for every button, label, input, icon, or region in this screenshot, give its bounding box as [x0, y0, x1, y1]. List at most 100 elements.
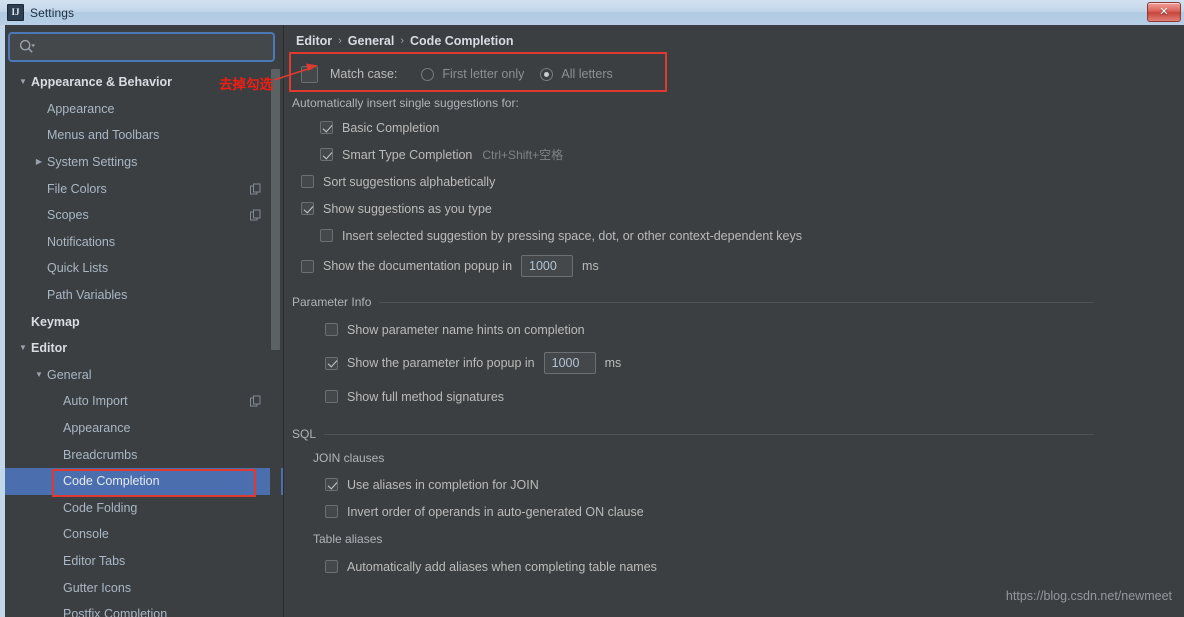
- doc-popup-checkbox[interactable]: [301, 259, 314, 273]
- breadcrumb-general[interactable]: General: [348, 34, 395, 48]
- sidebar-item-label: Scopes: [47, 208, 89, 223]
- param-name-hints-label: Show parameter name hints on completion: [347, 322, 585, 337]
- sidebar-item-system-settings[interactable]: ▶ System Settings: [5, 149, 283, 176]
- sort-suggestions-checkbox[interactable]: [301, 175, 314, 188]
- param-name-hints-row: Show parameter name hints on completion: [284, 313, 1184, 346]
- settings-content-pane: Editor › General › Code Completion Match…: [284, 25, 1184, 617]
- doc-popup-unit: ms: [582, 259, 599, 273]
- sidebar-item-label: Appearance & Behavior: [31, 75, 173, 90]
- sidebar-item-auto-import[interactable]: Auto Import: [5, 388, 283, 415]
- sidebar-item-label: Quick Lists: [47, 261, 109, 276]
- auto-add-aliases-row: Automatically add aliases when completin…: [284, 553, 1184, 580]
- breadcrumb-code-completion: Code Completion: [410, 34, 514, 48]
- sidebar-item-code-completion[interactable]: Code Completion: [5, 467, 283, 495]
- chevron-down-icon[interactable]: ▼: [15, 344, 31, 352]
- sidebar-item-gutter-icons[interactable]: Gutter Icons: [5, 574, 283, 601]
- sidebar-item-label: Appearance: [63, 421, 131, 436]
- param-info-popup-delay-input[interactable]: 1000: [543, 352, 596, 374]
- sidebar-item-label: Keymap: [31, 314, 80, 329]
- sidebar-item-label: Menus and Toolbars: [47, 128, 160, 143]
- search-input[interactable]: [36, 36, 273, 58]
- auto-add-aliases-label: Automatically add aliases when completin…: [347, 559, 657, 574]
- use-aliases-join-label: Use aliases in completion for JOIN: [347, 477, 539, 492]
- sql-group: SQL: [292, 423, 1094, 445]
- param-info-popup-unit: ms: [604, 356, 622, 370]
- insert-selected-suggestion-checkbox[interactable]: [320, 229, 333, 242]
- all-letters-radio[interactable]: [540, 67, 554, 81]
- sidebar-item-appearance-behavior[interactable]: ▼ Appearance & Behavior: [5, 69, 283, 96]
- search-icon: [18, 38, 36, 56]
- breadcrumb-editor[interactable]: Editor: [296, 34, 332, 48]
- first-letter-only-label: First letter only: [442, 67, 525, 81]
- sidebar-item-menus-and-toolbars[interactable]: Menus and Toolbars: [5, 122, 283, 149]
- sidebar-item-editor-tabs[interactable]: Editor Tabs: [5, 548, 283, 575]
- breadcrumb-separator-1: ›: [338, 35, 342, 47]
- join-clauses-heading: JOIN clauses: [313, 451, 385, 465]
- basic-completion-checkbox[interactable]: [320, 121, 333, 134]
- sort-suggestions-label: Sort suggestions alphabetically: [323, 174, 496, 189]
- auto-insert-heading: Automatically insert single suggestions …: [292, 95, 519, 110]
- copy-settings-icon[interactable]: [250, 395, 261, 407]
- window-title: Settings: [30, 5, 75, 20]
- sidebar-item-path-variables[interactable]: Path Variables: [5, 282, 283, 309]
- sidebar-item-general[interactable]: ▼ General: [5, 362, 283, 389]
- first-letter-only-radio[interactable]: [421, 67, 435, 81]
- sort-suggestions-row: Sort suggestions alphabetically: [284, 168, 1184, 195]
- chevron-down-icon[interactable]: ▼: [31, 370, 47, 379]
- sidebar-item-quick-lists[interactable]: Quick Lists: [5, 255, 283, 282]
- basic-completion-row: Basic Completion: [284, 114, 1184, 141]
- sidebar-item-label: Breadcrumbs: [63, 447, 138, 462]
- sidebar-item-breadcrumbs[interactable]: Breadcrumbs: [5, 441, 283, 468]
- param-info-popup-checkbox[interactable]: [325, 356, 338, 370]
- sidebar-item-editor[interactable]: ▼ Editor: [5, 335, 283, 362]
- intellij-idea-icon: IJ: [7, 4, 24, 21]
- sidebar-item-file-colors[interactable]: File Colors: [5, 175, 283, 202]
- breadcrumb-separator-2: ›: [400, 35, 405, 47]
- doc-popup-delay-input[interactable]: 1000: [521, 255, 574, 277]
- auto-add-aliases-checkbox[interactable]: [325, 560, 338, 573]
- smart-type-completion-label: Smart Type Completion: [342, 147, 473, 162]
- sidebar-item-keymap[interactable]: Keymap: [5, 308, 283, 335]
- sql-group-line: [324, 433, 1094, 435]
- sidebar-item-scopes[interactable]: Scopes: [5, 202, 283, 229]
- invert-order-operands-label: Invert order of operands in auto-generat…: [347, 504, 644, 519]
- sidebar-item-label: Notifications: [47, 234, 116, 249]
- parameter-info-group-line: [379, 301, 1094, 303]
- sidebar-scrollbar-thumb[interactable]: [271, 69, 280, 350]
- smart-type-completion-checkbox[interactable]: [320, 148, 333, 161]
- sidebar-item-notifications[interactable]: Notifications: [5, 229, 283, 256]
- use-aliases-join-checkbox[interactable]: [325, 478, 338, 491]
- use-aliases-join-row: Use aliases in completion for JOIN: [284, 471, 1184, 498]
- match-case-row: Match case: First letter only All letter…: [284, 57, 1184, 91]
- smart-type-completion-row: Smart Type Completion Ctrl+Shift+空格: [284, 141, 1184, 168]
- sidebar-item-appearance[interactable]: Appearance: [5, 96, 283, 123]
- sidebar-item-label: Code Completion: [63, 474, 160, 489]
- basic-completion-label: Basic Completion: [342, 120, 440, 135]
- full-method-signatures-checkbox[interactable]: [325, 390, 338, 403]
- show-suggestions-checkbox[interactable]: [301, 202, 314, 215]
- sidebar-item-code-folding[interactable]: Code Folding: [5, 495, 283, 522]
- copy-settings-icon[interactable]: [250, 209, 261, 221]
- settings-tree[interactable]: ▼ Appearance & Behavior Appearance Menus an…: [5, 69, 283, 617]
- sidebar-item-label: Editor Tabs: [63, 553, 126, 568]
- match-case-checkbox[interactable]: [301, 65, 318, 83]
- title-bar: IJ Settings ✕: [0, 0, 1184, 26]
- doc-popup-row: Show the documentation popup in 1000 ms: [284, 249, 1184, 283]
- all-letters-label: All letters: [561, 67, 613, 81]
- chevron-right-icon[interactable]: ▶: [31, 158, 47, 166]
- code-completion-settings: Match case: First letter only All letter…: [284, 57, 1184, 617]
- close-button[interactable]: ✕: [1147, 2, 1181, 22]
- chevron-down-icon[interactable]: ▼: [15, 78, 31, 86]
- param-name-hints-checkbox[interactable]: [325, 323, 338, 336]
- sidebar-item-postfix-completion[interactable]: Postfix Completion: [5, 601, 283, 617]
- sidebar-item-label: Path Variables: [47, 288, 128, 303]
- breadcrumb: Editor › General › Code Completion: [296, 34, 513, 48]
- sidebar-item-console[interactable]: Console: [5, 521, 283, 548]
- search-box[interactable]: [8, 32, 275, 62]
- sidebar-item-appearance[interactable]: Appearance: [5, 415, 283, 442]
- sidebar-item-label: Code Folding: [63, 500, 138, 515]
- invert-order-operands-checkbox[interactable]: [325, 505, 338, 518]
- param-info-popup-label: Show the parameter info popup in: [347, 356, 535, 370]
- sidebar-item-label: System Settings: [47, 155, 138, 170]
- copy-settings-icon[interactable]: [250, 183, 261, 195]
